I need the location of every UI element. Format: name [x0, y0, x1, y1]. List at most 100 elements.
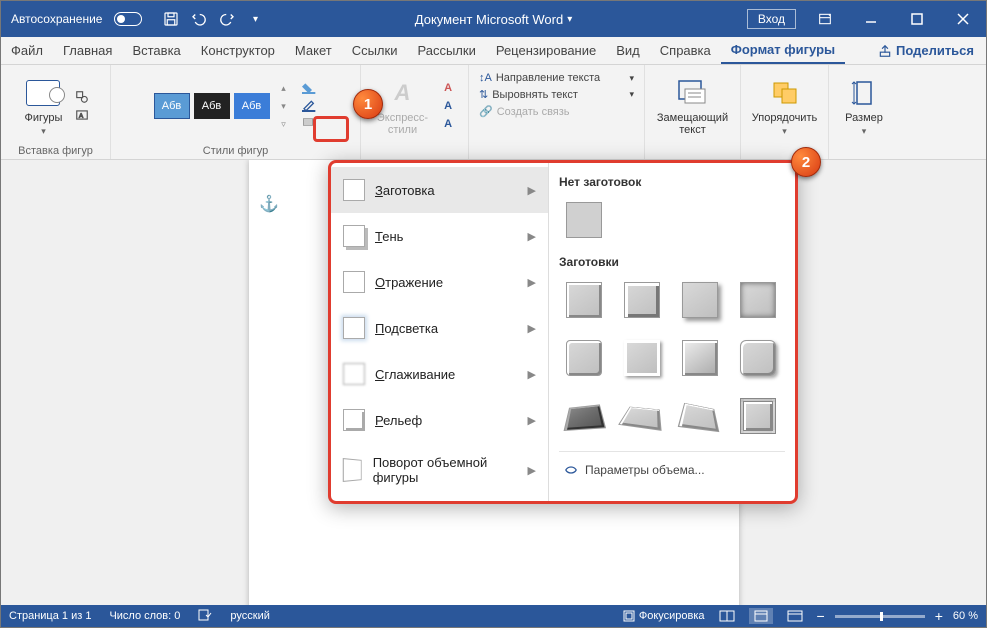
edit-shape-button[interactable] [74, 89, 90, 105]
gallery-down[interactable]: ▾ [276, 98, 292, 114]
presets-header: Заготовки [559, 255, 785, 269]
ribbon-display-icon [817, 11, 833, 27]
share-icon [878, 44, 892, 58]
preset-12[interactable] [733, 391, 783, 441]
status-page[interactable]: Страница 1 из 1 [9, 610, 91, 622]
menu-glow[interactable]: Подсветка▶ [331, 305, 548, 351]
group-text: ↕AНаправление текста▾ ⇅Выровнять текст▾ … [469, 65, 645, 159]
status-spellcheck[interactable] [198, 609, 212, 624]
qat-customize[interactable]: ▾ [242, 6, 268, 32]
tab-view[interactable]: Вид [606, 37, 650, 64]
tab-home[interactable]: Главная [53, 37, 122, 64]
preset-6[interactable] [617, 333, 667, 383]
title-dropdown-icon[interactable]: ▾ [567, 14, 572, 25]
tab-help[interactable]: Справка [650, 37, 721, 64]
ribbon-display-button[interactable] [802, 1, 848, 37]
save-icon [162, 10, 180, 28]
callout-1: 1 [353, 89, 383, 119]
tab-references[interactable]: Ссылки [342, 37, 408, 64]
view-print-button[interactable] [749, 608, 773, 624]
zoom-out-button[interactable]: − [817, 608, 825, 624]
focus-mode-button[interactable]: Фокусировка [623, 610, 705, 622]
tab-designer[interactable]: Конструктор [191, 37, 285, 64]
status-language[interactable]: русский [230, 610, 269, 622]
menu-preset[interactable]: Заготовка▶ [331, 167, 548, 213]
preset-none[interactable] [559, 195, 609, 245]
view-web-button[interactable] [783, 608, 807, 624]
volume-params-link[interactable]: Параметры объема... [559, 451, 785, 484]
tab-file[interactable]: Файл [1, 37, 53, 64]
menu-bevel[interactable]: Рельеф▶ [331, 397, 548, 443]
menu-shadow[interactable]: Тень▶ [331, 213, 548, 259]
ribbon-tabs: Файл Главная Вставка Конструктор Макет С… [1, 37, 986, 65]
preset-9[interactable] [559, 391, 609, 441]
preset-10[interactable] [617, 391, 667, 441]
text-direction-button[interactable]: ↕AНаправление текста▾ [479, 71, 634, 85]
style-preset-2[interactable]: Абв [194, 93, 230, 119]
read-view-icon [719, 610, 735, 622]
focus-icon [623, 610, 635, 622]
group-arrange: Упорядочить ▾ [741, 65, 829, 159]
menu-3d-rotation[interactable]: Поворот объемной фигуры▶ [331, 443, 548, 497]
alt-text-button[interactable]: Замещающий текст [653, 74, 732, 138]
align-text-button[interactable]: ⇅Выровнять текст▾ [479, 87, 634, 102]
text-fill-button[interactable]: A [440, 80, 456, 96]
tab-shape-format[interactable]: Формат фигуры [721, 37, 845, 64]
autosave-toggle[interactable] [114, 12, 142, 26]
preset-swatch-icon [343, 179, 365, 201]
glow-swatch-icon [343, 317, 365, 339]
preset-7[interactable] [675, 333, 725, 383]
bevel-swatch-icon [343, 409, 365, 431]
minimize-button[interactable] [848, 1, 894, 37]
tab-mailings[interactable]: Рассылки [407, 37, 485, 64]
status-words[interactable]: Число слов: 0 [109, 610, 180, 622]
zoom-slider[interactable] [835, 615, 925, 618]
sign-in-button[interactable]: Вход [747, 9, 796, 29]
close-button[interactable] [940, 1, 986, 37]
view-read-button[interactable] [715, 608, 739, 624]
zoom-in-button[interactable]: + [935, 608, 943, 624]
group-size: Размер ▾ [829, 65, 899, 159]
print-view-icon [753, 610, 769, 622]
tab-review[interactable]: Рецензирование [486, 37, 606, 64]
preset-8[interactable] [733, 333, 783, 383]
text-box-button[interactable]: A [74, 107, 90, 123]
outline-icon [302, 99, 318, 113]
tab-insert[interactable]: Вставка [122, 37, 190, 64]
redo-button[interactable] [214, 6, 240, 32]
zoom-level[interactable]: 60 % [953, 610, 978, 622]
status-bar: Страница 1 из 1 Число слов: 0 русский Фо… [1, 605, 986, 627]
shapes-icon [26, 80, 60, 106]
share-button[interactable]: Поделиться [866, 37, 986, 64]
gallery-more[interactable]: ▿ [276, 116, 292, 132]
preset-4[interactable] [733, 275, 783, 325]
menu-soft-edges[interactable]: Сглаживание▶ [331, 351, 548, 397]
preset-3[interactable] [675, 275, 725, 325]
alt-text-icon [677, 79, 707, 107]
gallery-up[interactable]: ▴ [276, 80, 292, 96]
style-preset-3[interactable]: Абв [234, 93, 270, 119]
undo-button[interactable] [186, 6, 212, 32]
shape-fill-button[interactable] [302, 80, 318, 96]
preset-5[interactable] [559, 333, 609, 383]
ribbon: Фигуры ▾ A Вставка фигур Абв Абв Абв ▴ ▾… [1, 65, 986, 160]
text-outline-button[interactable]: A [440, 98, 456, 114]
preset-2[interactable] [617, 275, 667, 325]
style-preset-1[interactable]: Абв [154, 93, 190, 119]
web-view-icon [787, 610, 803, 622]
size-button[interactable]: Размер ▾ [841, 74, 887, 139]
close-icon [956, 12, 970, 26]
tab-layout[interactable]: Макет [285, 37, 342, 64]
preset-11[interactable] [675, 391, 725, 441]
arrange-button[interactable]: Упорядочить ▾ [748, 74, 821, 139]
save-button[interactable] [158, 6, 184, 32]
wordart-icon: A [385, 76, 419, 110]
anchor-icon: ⚓ [259, 194, 279, 214]
maximize-button[interactable] [894, 1, 940, 37]
callout-2: 2 [791, 147, 821, 177]
shape-outline-button[interactable] [302, 98, 318, 114]
text-effects-button[interactable]: A [440, 116, 456, 132]
shapes-button[interactable]: Фигуры ▾ [21, 74, 67, 139]
menu-reflection[interactable]: Отражение▶ [331, 259, 548, 305]
preset-1[interactable] [559, 275, 609, 325]
